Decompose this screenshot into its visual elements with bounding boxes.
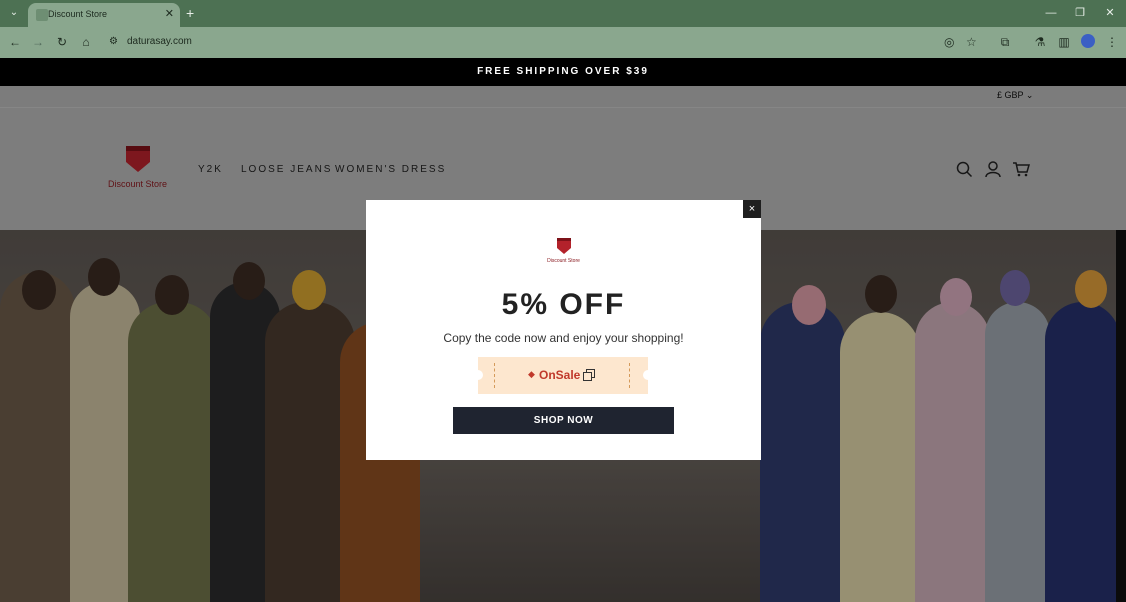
site-info-icon[interactable]: ⚙ <box>109 36 118 47</box>
modal-logo-text: Discount Store <box>547 258 580 264</box>
coupon-code-box[interactable]: ◆ OnSale <box>473 357 653 394</box>
browser-tab[interactable]: Discount Store ✕ <box>28 3 180 27</box>
browser-toolbar: ← → ↻ ⌂ ⚙ daturasay.com ◎ ☆ ⧉ ⚗ ▥ ⋮ <box>0 27 1126 58</box>
minimize-icon[interactable]: — <box>1043 5 1059 21</box>
coupon-code[interactable]: OnSale <box>539 368 580 382</box>
star-icon[interactable]: ☆ <box>966 35 977 49</box>
tab-list-icon[interactable]: ⌄ <box>6 5 22 21</box>
tag-icon: ◆ <box>528 369 535 379</box>
back-icon[interactable]: ← <box>7 34 23 50</box>
coupon-divider <box>629 363 630 388</box>
lab-icon[interactable]: ⚗ <box>1032 34 1048 50</box>
menu-icon[interactable]: ⋮ <box>1104 34 1120 50</box>
promo-bar: FREE SHIPPING OVER $39 <box>0 58 1126 86</box>
copy-icon[interactable] <box>583 369 595 381</box>
home-icon[interactable]: ⌂ <box>78 34 94 50</box>
shop-now-button[interactable]: SHOP NOW <box>453 407 674 434</box>
sidepanel-icon[interactable]: ▥ <box>1056 34 1072 50</box>
address-bar[interactable]: ⚙ daturasay.com ◎ ☆ <box>103 30 989 55</box>
forward-icon[interactable]: → <box>30 34 46 50</box>
coupon-divider <box>494 363 495 388</box>
store-logo-icon <box>557 238 571 254</box>
extensions-icon[interactable]: ⧉ <box>997 34 1013 50</box>
modal-title: 5% OFF <box>501 288 626 321</box>
eye-off-icon[interactable]: ◎ <box>944 35 954 49</box>
browser-tabbar: ⌄ Discount Store ✕ + — ❐ ✕ <box>0 0 1126 27</box>
close-window-icon[interactable]: ✕ <box>1102 5 1118 21</box>
restore-icon[interactable]: ❐ <box>1072 5 1088 21</box>
tab-close-icon[interactable]: ✕ <box>165 7 174 21</box>
url-text[interactable]: daturasay.com <box>127 36 192 47</box>
close-icon[interactable]: × <box>743 200 761 218</box>
reload-icon[interactable]: ↻ <box>54 34 70 50</box>
tab-title: Discount Store <box>48 9 108 19</box>
new-tab-icon[interactable]: + <box>186 5 194 21</box>
modal-subtitle: Copy the code now and enjoy your shoppin… <box>443 331 684 345</box>
favicon-icon <box>36 9 48 21</box>
profile-icon[interactable] <box>1081 34 1095 48</box>
discount-modal: Discount Store 5% OFF Copy the code now … <box>366 200 761 460</box>
